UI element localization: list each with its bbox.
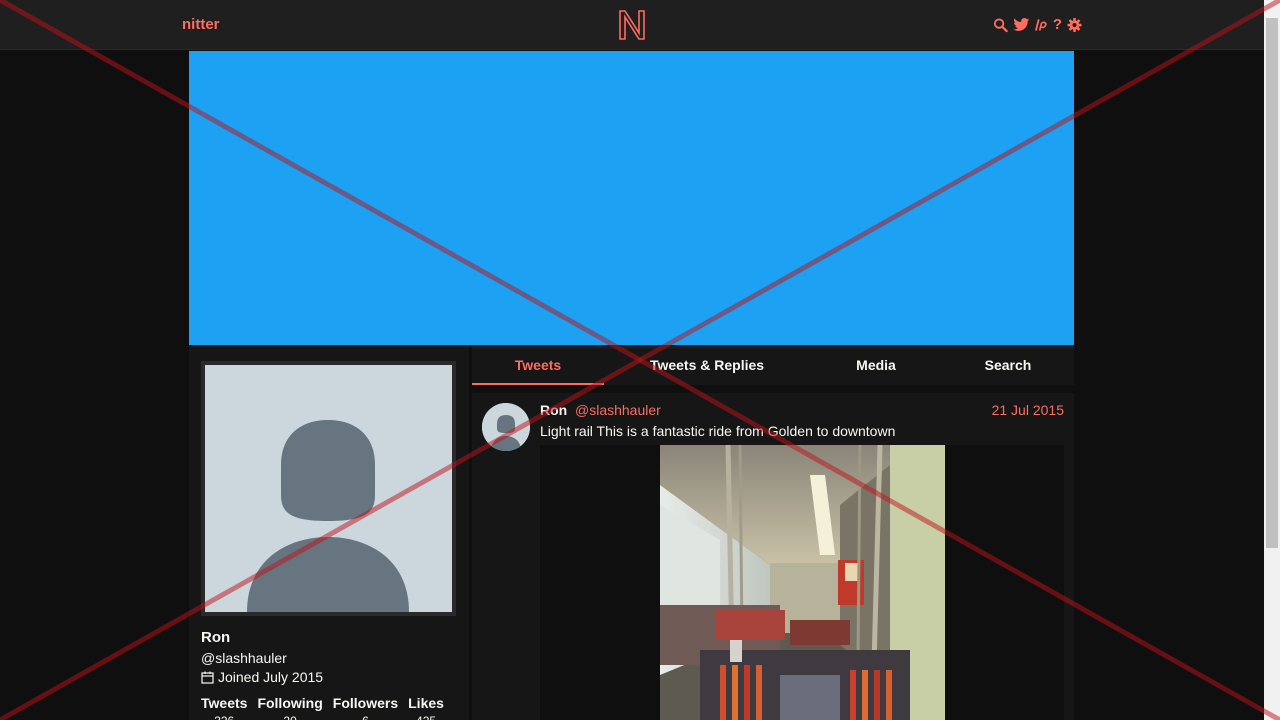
profile-joined: Joined July 2015 <box>201 669 323 685</box>
tweet-media <box>540 445 1064 720</box>
tab-search[interactable]: Search <box>942 349 1074 385</box>
brand-link[interactable]: nitter <box>182 16 220 33</box>
profile-stats: Tweets 326 Following 20 Followers 6 Like… <box>201 695 444 720</box>
help-icon[interactable]: ? <box>1053 17 1062 33</box>
stat-followers[interactable]: Followers 6 <box>333 695 398 720</box>
stat-label: Likes <box>408 695 444 711</box>
default-avatar-icon <box>205 365 452 612</box>
stat-value: 326 <box>214 714 234 720</box>
profile-card: Ron @slashhauler Joined July 2015 Tweets… <box>189 345 469 720</box>
stat-following[interactable]: Following 20 <box>257 695 322 720</box>
stat-value: 425 <box>416 714 436 720</box>
rss-icon[interactable] <box>1034 17 1048 33</box>
twitter-bird-icon[interactable] <box>1013 17 1030 33</box>
profile-banner[interactable] <box>189 51 1074 345</box>
tweet-avatar[interactable] <box>482 403 530 451</box>
profile-avatar[interactable] <box>201 361 456 616</box>
nav-icons: ? <box>993 16 1082 34</box>
divider <box>472 385 1074 393</box>
stat-likes[interactable]: Likes 425 <box>408 695 444 720</box>
navbar: nitter ? <box>0 0 1264 50</box>
tab-tweets[interactable]: Tweets <box>472 349 604 385</box>
stat-value: 6 <box>362 714 369 720</box>
tweet[interactable]: Ron @slashhauler 21 Jul 2015 Light rail … <box>472 393 1074 720</box>
stat-value: 20 <box>283 714 296 720</box>
tweet-date[interactable]: 21 Jul 2015 <box>992 402 1064 418</box>
stat-label: Followers <box>332 695 399 711</box>
scrollbar-thumb[interactable] <box>1266 18 1278 548</box>
stat-tweets[interactable]: Tweets 326 <box>201 695 247 720</box>
stat-label: Following <box>257 695 323 711</box>
profile-handle[interactable]: @slashhauler <box>201 650 287 666</box>
tab-tweets-replies[interactable]: Tweets & Replies <box>604 349 810 385</box>
stat-label: Tweets <box>201 695 248 711</box>
calendar-icon <box>201 671 214 684</box>
timeline: Tweets Tweets & Replies Media Search Ron… <box>472 345 1074 720</box>
gear-icon[interactable] <box>1067 17 1082 33</box>
profile-name[interactable]: Ron <box>201 629 230 646</box>
default-avatar-icon <box>482 403 530 451</box>
tweet-author-name[interactable]: Ron <box>540 402 567 418</box>
tweet-text: Light rail This is a fantastic ride from… <box>540 423 896 439</box>
nitter-logo[interactable] <box>618 9 646 41</box>
tab-media[interactable]: Media <box>810 349 942 385</box>
joined-date: Joined July 2015 <box>218 669 324 685</box>
tweet-photo[interactable] <box>660 445 945 720</box>
tab-list: Tweets Tweets & Replies Media Search <box>472 349 1074 385</box>
train-interior-photo <box>660 445 945 720</box>
tweet-author-handle[interactable]: @slashhauler <box>575 402 661 418</box>
search-icon[interactable] <box>993 17 1008 33</box>
